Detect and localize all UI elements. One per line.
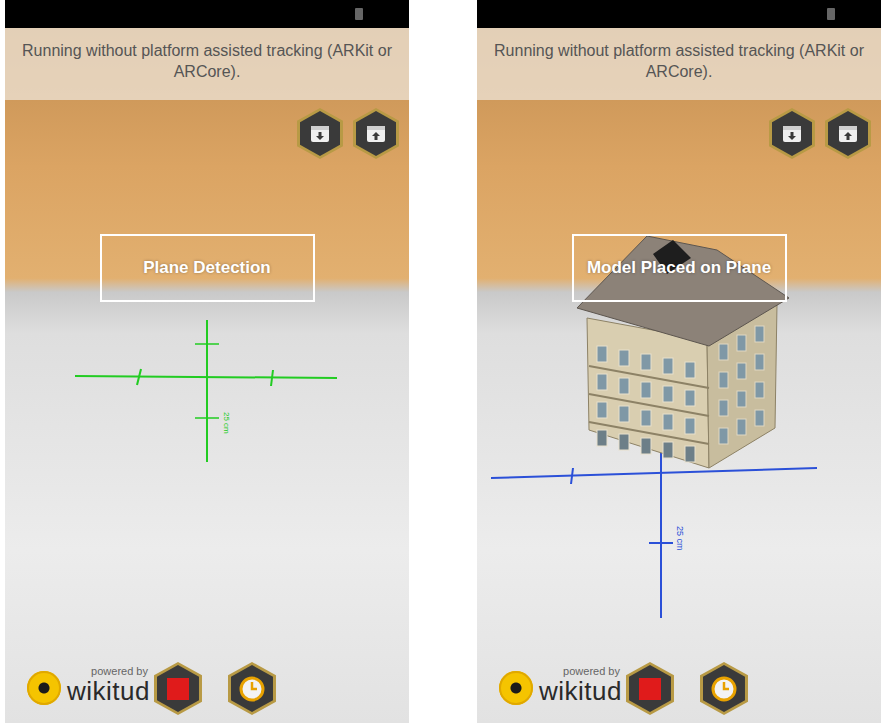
phone-screen: 25 cm Running without platform assisted t… <box>5 0 409 723</box>
status-label: Plane Detection <box>100 234 315 302</box>
upload-box-icon <box>365 123 387 145</box>
upload-button[interactable] <box>353 108 399 159</box>
label-row: Model Placed on Plane <box>477 234 881 302</box>
top-toolbar <box>5 100 409 159</box>
stop-button-face <box>629 665 671 712</box>
download-box-icon <box>781 123 803 145</box>
bottom-toolbar <box>154 662 276 715</box>
download-button[interactable] <box>297 108 343 159</box>
download-button-face <box>300 111 340 156</box>
download-box-icon <box>309 123 331 145</box>
battery-icon <box>355 8 363 20</box>
stop-button[interactable] <box>154 662 202 715</box>
bottom-toolbar <box>626 662 748 715</box>
plane-axes: 25 cm <box>491 448 817 618</box>
logo-word: wikitud <box>539 677 622 705</box>
plane-axes: 25 cm <box>75 320 337 462</box>
timer-button-face <box>231 665 273 712</box>
top-toolbar <box>477 100 881 159</box>
stop-icon <box>639 678 661 700</box>
battery-icon <box>827 8 835 20</box>
powered-by: powered by <box>91 665 148 677</box>
upload-button-face <box>828 111 868 156</box>
timer-button[interactable] <box>700 662 748 715</box>
wikitude-dot-icon <box>27 671 61 705</box>
wikitude-logo: powered bywikitud <box>499 665 622 705</box>
status-bar <box>477 0 881 28</box>
timer-button-face <box>703 665 745 712</box>
download-button[interactable] <box>769 108 815 159</box>
clock-icon <box>239 676 265 702</box>
axis-label: 25 cm <box>222 412 231 434</box>
phone-screen: 25 cm Running without platform assisted t… <box>477 0 881 723</box>
camera-view: 25 cm Running without platform assisted t… <box>477 28 881 723</box>
powered-by: powered by <box>563 665 620 677</box>
camera-view: 25 cm Running without platform assisted t… <box>5 28 409 723</box>
screenshot-pair: 25 cm Running without platform assisted t… <box>0 0 884 723</box>
stop-button[interactable] <box>626 662 674 715</box>
upload-button[interactable] <box>825 108 871 159</box>
upload-button-face <box>356 111 396 156</box>
logo-text: powered bywikitud <box>539 665 622 705</box>
upload-box-icon <box>837 123 859 145</box>
logo-word: wikitud <box>67 677 150 705</box>
status-label: Model Placed on Plane <box>572 234 787 302</box>
tracking-banner: Running without platform assisted tracki… <box>477 28 881 100</box>
wikitude-dot-icon <box>499 671 533 705</box>
tracking-banner: Running without platform assisted tracki… <box>5 28 409 100</box>
stop-icon <box>167 678 189 700</box>
axis-label: 25 cm <box>675 526 685 551</box>
status-bar <box>5 0 409 28</box>
logo-text: powered bywikitud <box>67 665 150 705</box>
label-row: Plane Detection <box>5 234 409 302</box>
footer: powered bywikitud <box>5 662 409 723</box>
footer: powered bywikitud <box>477 662 881 723</box>
wikitude-logo: powered bywikitud <box>27 665 150 705</box>
clock-icon <box>711 676 737 702</box>
download-button-face <box>772 111 812 156</box>
stop-button-face <box>157 665 199 712</box>
ar-overlay: 25 cm <box>5 28 409 723</box>
timer-button[interactable] <box>228 662 276 715</box>
ar-overlay: 25 cm <box>477 28 881 723</box>
